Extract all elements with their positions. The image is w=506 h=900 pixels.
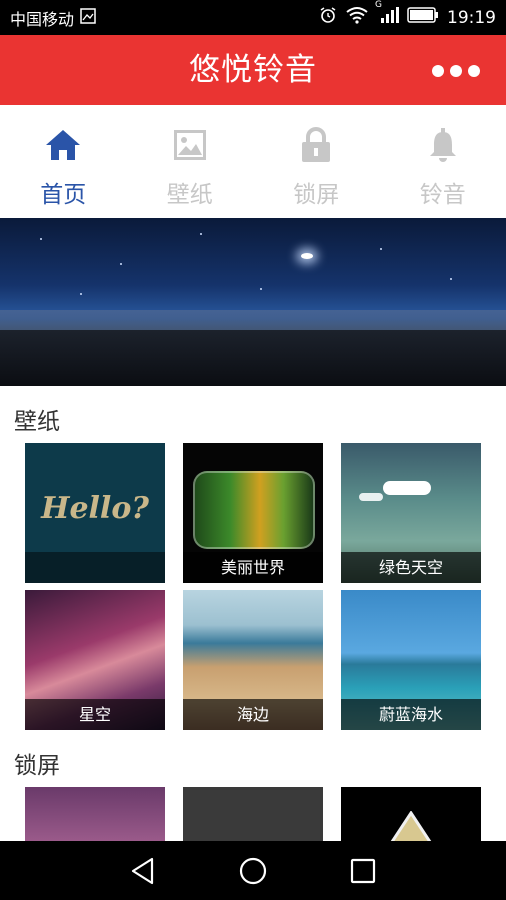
wallpaper-tile-blue-sea[interactable]: 蔚蓝海水 (341, 590, 481, 730)
home-icon (43, 125, 83, 165)
tile-caption: 美丽世界 (183, 552, 323, 583)
star (80, 293, 82, 295)
star (260, 288, 262, 290)
more-menu-button[interactable] (432, 63, 480, 79)
hello-art: Hello? (41, 491, 149, 526)
star (380, 248, 382, 250)
warning-sign-icon (390, 811, 432, 841)
lock-icon (296, 125, 336, 165)
app-title: 悠悦铃音 (189, 52, 317, 88)
tab-label: 铃音 (419, 182, 466, 208)
more-dot-icon (468, 65, 480, 77)
back-button[interactable] (119, 847, 167, 895)
star (40, 238, 42, 240)
section-title-lockscreen: 锁屏 (14, 753, 60, 779)
star (450, 278, 452, 280)
home-circle-icon (239, 857, 267, 884)
wallpaper-tile-seaside[interactable]: 海边 (183, 590, 323, 730)
recents-button[interactable] (339, 847, 387, 895)
moon-glow (301, 253, 313, 259)
wifi-icon (345, 6, 369, 29)
jar-art (193, 471, 315, 549)
lockscreen-tile[interactable] (341, 787, 481, 841)
alarm-icon (319, 6, 337, 29)
battery-icon (407, 7, 439, 28)
banner-image[interactable] (0, 218, 506, 386)
section-title-wallpaper: 壁纸 (14, 409, 60, 435)
tile-caption: 绿色天空 (341, 552, 481, 583)
signal-icon: G (375, 0, 399, 29)
image-notification-icon (80, 7, 96, 28)
status-bar: 中国移动 G 19:19 (0, 0, 506, 35)
home-button[interactable] (229, 847, 277, 895)
system-nav-bar (0, 841, 506, 900)
star (120, 263, 122, 265)
lockscreen-tile[interactable] (25, 787, 165, 841)
wallpaper-tile-green-sky[interactable]: 绿色天空 (341, 443, 481, 583)
tab-label: 锁屏 (293, 182, 340, 208)
more-dot-icon (432, 65, 444, 77)
more-dot-icon (450, 65, 462, 77)
cloud-art (359, 493, 383, 501)
tab-lockscreen[interactable]: 锁屏 (253, 105, 380, 217)
tab-wallpaper[interactable]: 壁纸 (127, 105, 254, 217)
wallpaper-tile-starry-sky[interactable]: 星空 (25, 590, 165, 730)
tab-label: 首页 (40, 182, 87, 208)
banner-land (0, 330, 506, 386)
back-triangle-icon (131, 857, 154, 884)
tile-caption: 星空 (25, 699, 165, 730)
picture-icon (170, 125, 210, 165)
tab-label: 壁纸 (166, 182, 213, 208)
tab-bar: 首页 壁纸 锁屏 铃音 (0, 105, 506, 217)
carrier-label: 中国移动 (10, 9, 75, 29)
wallpaper-tile-hello[interactable]: Hello? (25, 443, 165, 583)
tab-home[interactable]: 首页 (0, 105, 127, 217)
tile-caption: 海边 (183, 699, 323, 730)
star (200, 233, 202, 235)
tile-caption (25, 552, 165, 583)
tab-ringtone[interactable]: 铃音 (380, 105, 506, 217)
bell-icon (423, 125, 463, 165)
tile-caption: 蔚蓝海水 (341, 699, 481, 730)
title-bar: 悠悦铃音 (0, 35, 506, 105)
lockscreen-tile[interactable] (183, 787, 323, 841)
clock-label: 19:19 (447, 7, 496, 28)
recents-square-icon (350, 858, 376, 883)
wallpaper-tile-beautiful-world[interactable]: 美丽世界 (183, 443, 323, 583)
cloud-art (383, 481, 431, 495)
network-type-label: G (375, 0, 382, 10)
